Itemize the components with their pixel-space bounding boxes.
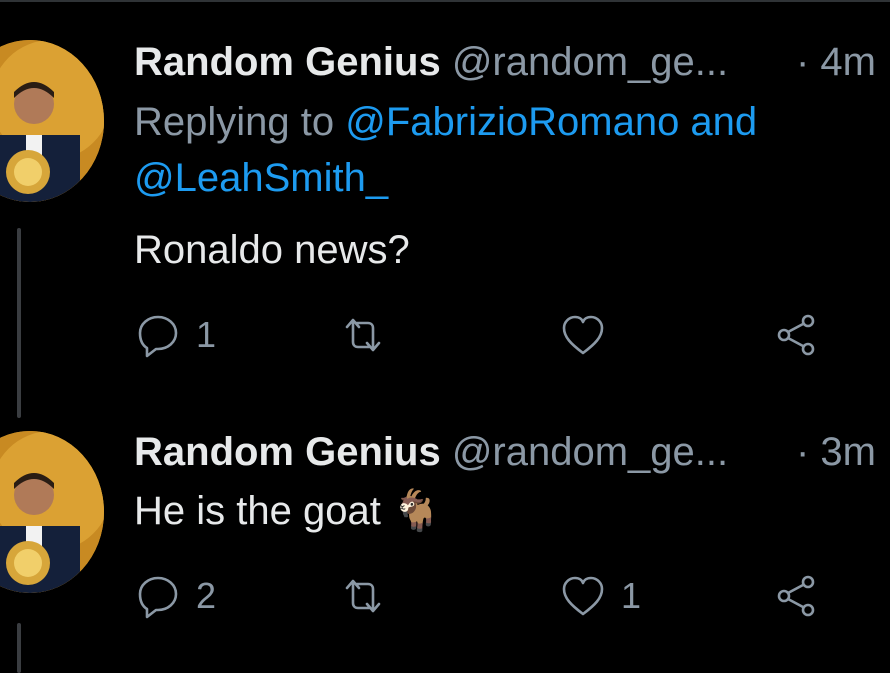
retweet-icon — [345, 579, 381, 613]
thread-line — [17, 228, 21, 418]
tweet-text: He is the goat 🐐 — [134, 489, 442, 533]
tweet-header: Random Genius @random_ge... — [134, 430, 728, 474]
replying-label: Replying to — [134, 100, 335, 144]
tweet-2[interactable]: Random Genius @random_ge... · 3m He is t… — [0, 405, 890, 673]
avatar[interactable] — [0, 431, 104, 593]
action-bar: 1 — [134, 311, 834, 361]
replying-to: Replying to @FabrizioRomano and @LeahSmi… — [134, 94, 834, 206]
share-icon — [777, 575, 815, 617]
tweet-text: Ronaldo news? — [134, 228, 410, 272]
like-button[interactable] — [559, 311, 621, 359]
like-icon — [562, 576, 604, 616]
timestamp[interactable]: · 4m — [796, 40, 876, 84]
share-icon — [777, 314, 815, 356]
reply-icon — [138, 576, 178, 619]
reply-button[interactable]: 1 — [134, 311, 216, 359]
retweet-icon — [345, 318, 381, 352]
author-handle[interactable]: @random_ge... — [452, 430, 728, 474]
like-button[interactable]: 1 — [559, 572, 641, 620]
tweet-1[interactable]: Random Genius @random_ge... · 4m Replyin… — [0, 0, 890, 418]
thread-line — [17, 623, 21, 673]
mention-link[interactable]: @FabrizioRomano and — [345, 100, 757, 144]
mention-link[interactable]: @LeahSmith_ — [134, 156, 388, 200]
action-bar: 2 1 — [134, 572, 834, 622]
avatar[interactable] — [0, 40, 104, 202]
share-button[interactable] — [772, 572, 820, 620]
author-handle[interactable]: @random_ge... — [452, 40, 728, 84]
author-name[interactable]: Random Genius — [134, 40, 441, 84]
timestamp[interactable]: · 3m — [796, 430, 876, 474]
tweet-header: Random Genius @random_ge... — [134, 40, 728, 84]
reply-button[interactable]: 2 — [134, 572, 216, 620]
avatar-image — [0, 40, 104, 202]
avatar-image — [0, 431, 104, 593]
reply-count: 1 — [196, 314, 217, 355]
reply-icon — [138, 315, 178, 358]
like-count: 1 — [621, 575, 642, 616]
author-name[interactable]: Random Genius — [134, 430, 441, 474]
reply-count: 2 — [196, 575, 217, 616]
like-icon — [562, 315, 604, 355]
retweet-button[interactable] — [339, 572, 401, 620]
retweet-button[interactable] — [339, 311, 401, 359]
share-button[interactable] — [772, 311, 820, 359]
